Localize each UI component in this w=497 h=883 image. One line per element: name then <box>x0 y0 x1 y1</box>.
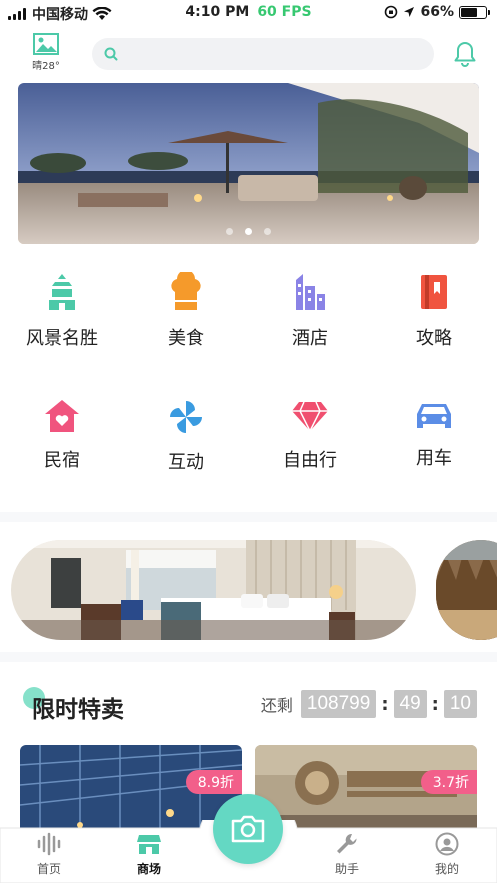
location-arrow-icon <box>404 7 415 17</box>
category-label: 互动 <box>168 452 204 473</box>
car-icon <box>417 404 451 428</box>
sound-wave-icon <box>37 832 61 856</box>
category-label: 风景名胜 <box>26 328 98 349</box>
carousel-indicator <box>18 228 479 235</box>
search-input[interactable] <box>124 46 404 62</box>
tab-profile[interactable]: 我的 <box>412 832 482 877</box>
category-food[interactable]: 美食 <box>124 272 248 350</box>
pagoda-icon <box>49 274 75 310</box>
countdown-timer: 还剩 108799 : 49 : 10 <box>261 690 477 718</box>
chef-hat-icon <box>171 272 201 310</box>
countdown-seconds: 10 <box>443 690 477 718</box>
tab-mall[interactable]: 商场 <box>114 832 184 877</box>
store-icon <box>137 835 161 854</box>
carrier-name: 中国移动 <box>32 7 88 23</box>
wrench-icon <box>337 833 357 854</box>
camera-button[interactable] <box>213 794 283 864</box>
category-label: 民宿 <box>44 450 80 471</box>
banner-image <box>18 83 479 244</box>
category-label: 自由行 <box>283 450 337 471</box>
banner-carousel[interactable] <box>18 83 479 244</box>
user-icon <box>435 832 459 856</box>
search-bar[interactable] <box>92 38 434 70</box>
flash-sale-header: 限时特卖 还剩 108799 : 49 : 10 <box>0 680 497 730</box>
battery-percent: 66% <box>420 4 454 20</box>
tab-label: 商场 <box>136 862 161 876</box>
countdown-label: 还剩 <box>260 696 293 715</box>
forest-image <box>436 540 497 640</box>
tab-assistant[interactable]: 助手 <box>312 832 382 877</box>
category-label: 攻略 <box>416 328 452 349</box>
diamond-icon <box>292 401 328 433</box>
fps-counter: 60 FPS <box>257 4 312 20</box>
hotel-room-image <box>11 540 416 640</box>
category-label: 美食 <box>168 328 204 349</box>
signal-icon <box>8 8 26 20</box>
countdown-separator: : <box>381 693 389 715</box>
featured-scenery-card[interactable] <box>436 540 497 640</box>
bell-icon[interactable] <box>452 40 478 68</box>
house-heart-icon <box>45 400 79 432</box>
guidebook-icon <box>421 275 447 309</box>
pinwheel-icon <box>170 401 202 433</box>
status-time: 4:10 PM <box>185 4 250 20</box>
countdown-minutes: 49 <box>393 690 427 718</box>
countdown-hours: 108799 <box>300 690 377 718</box>
carousel-dot[interactable] <box>245 228 252 235</box>
discount-badge: 8.9折 <box>185 770 242 794</box>
weather-text: 晴28° <box>32 61 60 72</box>
weather-image-icon <box>33 33 59 55</box>
tab-label: 我的 <box>434 862 459 876</box>
category-freetravel[interactable]: 自由行 <box>248 398 372 472</box>
wifi-icon <box>92 7 112 20</box>
status-bar: 中国移动 4:10 PM 60 FPS 66% <box>0 0 497 26</box>
section-divider <box>0 512 497 522</box>
tab-home[interactable]: 首页 <box>14 832 84 877</box>
search-icon <box>104 47 118 61</box>
category-label: 酒店 <box>292 328 328 349</box>
camera-icon <box>231 815 265 843</box>
weather-widget[interactable]: 晴28° <box>30 32 62 72</box>
category-interact[interactable]: 互动 <box>124 398 248 474</box>
carousel-dot[interactable] <box>226 228 233 235</box>
category-car[interactable]: 用车 <box>372 398 496 470</box>
category-homestay[interactable]: 民宿 <box>0 398 124 472</box>
countdown-separator: : <box>431 693 439 715</box>
battery-icon <box>459 5 490 19</box>
section-divider <box>0 652 497 662</box>
category-hotel[interactable]: 酒店 <box>248 272 372 350</box>
category-label: 用车 <box>416 448 452 469</box>
category-scenic[interactable]: 风景名胜 <box>0 272 124 350</box>
flash-sale-title: 限时特卖 <box>32 697 124 723</box>
rotation-lock-icon <box>385 5 398 19</box>
carousel-dot[interactable] <box>264 228 271 235</box>
featured-hotel-card[interactable] <box>11 540 416 640</box>
discount-badge: 3.7折 <box>420 770 477 794</box>
buildings-icon <box>296 274 325 310</box>
top-header: 晴28° <box>0 28 497 78</box>
tab-label: 助手 <box>334 862 359 876</box>
app-screen: 中国移动 4:10 PM 60 FPS 66% 晴28° 风景名胜 美食 酒店 … <box>0 0 497 883</box>
tab-label: 首页 <box>36 862 61 876</box>
category-guide[interactable]: 攻略 <box>372 272 496 350</box>
